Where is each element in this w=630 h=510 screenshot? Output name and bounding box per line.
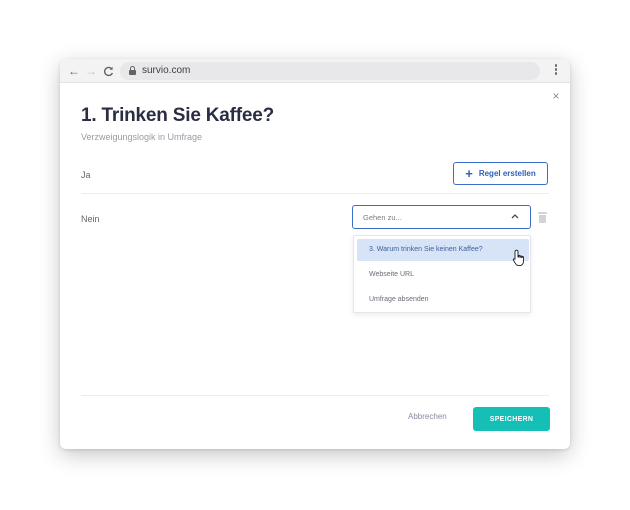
select-value: Gehen zu... (363, 213, 402, 222)
delete-icon[interactable] (538, 212, 547, 223)
address-bar[interactable]: survio.com (120, 62, 540, 80)
dialog-subtitle: Verzweigungslogik in Umfrage (81, 132, 203, 142)
more-menu-icon[interactable] (554, 64, 558, 78)
hand-cursor-icon (512, 249, 524, 267)
create-rule-button[interactable]: + Regel erstellen (453, 162, 548, 185)
browser-toolbar: ← → survio.com (60, 59, 570, 83)
browser-window: ← → survio.com × 1. Trinken Sie Kaffee? … (60, 59, 570, 449)
goto-select[interactable]: Gehen zu... (352, 205, 531, 229)
goto-dropdown-menu: 3. Warum trinken Sie keinen Kaffee? Webs… (353, 235, 531, 313)
forward-icon[interactable]: → (84, 63, 98, 79)
dialog-title: 1. Trinken Sie Kaffee? (81, 105, 275, 126)
plus-icon: + (465, 165, 473, 181)
lock-icon (129, 66, 136, 75)
answer-label-nein: Nein (81, 214, 100, 224)
close-icon[interactable]: × (551, 90, 561, 102)
answer-label-ja: Ja (81, 170, 91, 180)
reload-icon[interactable] (101, 63, 115, 79)
dropdown-option-submit-survey[interactable]: Umfrage absenden (357, 289, 529, 311)
back-icon[interactable]: ← (67, 63, 81, 79)
save-button[interactable]: SPEICHERN (473, 407, 550, 431)
create-rule-label: Regel erstellen (478, 169, 536, 178)
row-divider (81, 193, 549, 194)
dropdown-option-question[interactable]: 3. Warum trinken Sie keinen Kaffee? (357, 239, 529, 261)
cancel-button[interactable]: Abbrechen (408, 412, 447, 421)
dropdown-option-website-url[interactable]: Webseite URL (357, 264, 529, 286)
footer-divider (81, 395, 549, 396)
url-text: survio.com (142, 65, 191, 76)
chevron-up-icon (510, 211, 520, 221)
